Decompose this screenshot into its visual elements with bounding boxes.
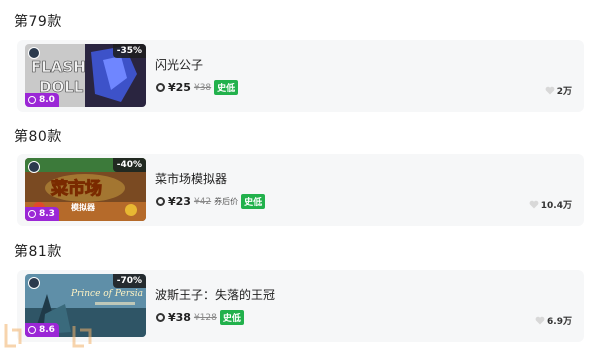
price-icon	[156, 197, 165, 206]
price-icon	[156, 313, 165, 322]
likes-count: 2万	[556, 87, 572, 97]
historical-low-badge: 史低	[214, 80, 239, 95]
game-card[interactable]: 菜市场 模拟器 -40% 8.3 菜市场模拟器 ¥23 ¥42 券后价 史低 1…	[17, 154, 584, 226]
price-row: ¥23 ¥42 券后价 史低	[156, 194, 266, 209]
heart-icon	[529, 200, 539, 209]
game-name[interactable]: 菜市场模拟器	[155, 170, 227, 187]
svg-text:菜市场: 菜市场	[50, 178, 102, 199]
section-title: 第81款	[14, 244, 62, 260]
historical-low-badge: 史低	[241, 194, 266, 209]
steam-icon	[28, 47, 40, 59]
score-badge: 8.3	[25, 207, 59, 221]
likes-count: 10.4万	[540, 201, 572, 211]
likes-count: 6.9万	[547, 317, 572, 327]
original-price: ¥128	[193, 312, 217, 323]
steam-icon	[28, 277, 40, 289]
game-thumbnail[interactable]: FLASH DOLL -35% 8.0	[25, 44, 146, 107]
steam-icon	[28, 161, 40, 173]
discount-badge: -70%	[112, 274, 146, 288]
section-title: 第80款	[14, 129, 62, 145]
svg-text:FLASH: FLASH	[31, 58, 86, 76]
historical-low-badge: 史低	[219, 310, 244, 325]
game-thumbnail[interactable]: 菜市场 模拟器 -40% 8.3	[25, 158, 146, 221]
likes[interactable]: 2万	[545, 84, 572, 97]
svg-text:Prince of Persia: Prince of Persia	[70, 289, 143, 299]
game-card[interactable]: FLASH DOLL -35% 8.0 闪光公子 ¥25 ¥38 史低 2万	[17, 40, 584, 112]
original-price: ¥42	[193, 196, 212, 207]
score-value: 8.0	[39, 95, 55, 105]
current-price: ¥23	[168, 195, 191, 208]
discount-badge: -35%	[112, 44, 146, 58]
score-value: 8.3	[39, 209, 55, 219]
watermark-logo	[4, 324, 92, 348]
discount-badge: -40%	[112, 158, 146, 172]
price-icon	[156, 83, 165, 92]
original-price: ¥38	[193, 82, 212, 93]
game-name[interactable]: 波斯王子：失落的王冠	[155, 286, 275, 303]
heart-icon	[545, 86, 555, 95]
score-badge: 8.0	[25, 93, 59, 107]
likes[interactable]: 6.9万	[535, 314, 572, 327]
current-price: ¥25	[168, 81, 191, 94]
game-name[interactable]: 闪光公子	[155, 56, 203, 73]
score-icon	[28, 210, 36, 218]
price-row: ¥38 ¥128 史低	[156, 310, 244, 325]
section-title: 第79款	[14, 14, 62, 30]
likes[interactable]: 10.4万	[529, 198, 572, 211]
current-price: ¥38	[168, 311, 191, 324]
score-icon	[28, 96, 36, 104]
coupon-price-note: 券后价	[214, 197, 239, 206]
heart-icon	[535, 316, 545, 325]
svg-text:模拟器: 模拟器	[71, 202, 96, 212]
price-row: ¥25 ¥38 史低	[156, 80, 239, 95]
